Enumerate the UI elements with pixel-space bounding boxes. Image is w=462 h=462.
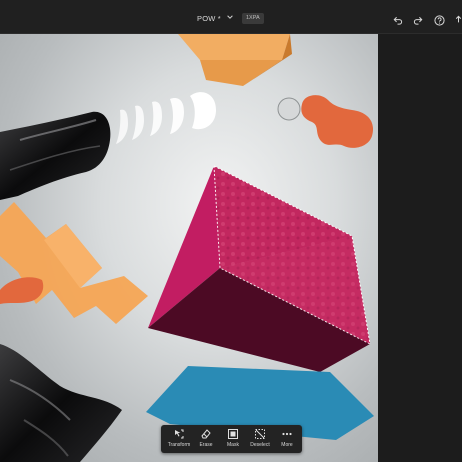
- more-icon: [282, 432, 292, 436]
- grey-circle-shape[interactable]: [277, 97, 301, 121]
- document-badge: 1XPA: [242, 13, 264, 24]
- artwork: [0, 34, 374, 462]
- transform-label: Transform: [167, 442, 191, 448]
- erase-label: Erase: [199, 442, 213, 448]
- redo-icon[interactable]: [413, 15, 424, 26]
- share-icon[interactable]: [453, 15, 462, 26]
- eraser-icon: [201, 429, 211, 439]
- coral-blob-shape[interactable]: [301, 95, 374, 148]
- deselect-label: Deselect: [250, 442, 270, 448]
- help-icon[interactable]: [434, 15, 445, 26]
- mask-icon: [228, 429, 238, 439]
- more-button[interactable]: More: [273, 425, 301, 453]
- chevron-down-icon[interactable]: [226, 13, 234, 21]
- black-blob-shape[interactable]: [0, 344, 122, 462]
- transform-icon: [175, 429, 184, 439]
- document-title[interactable]: POW *: [197, 14, 221, 23]
- mask-label: Mask: [227, 442, 239, 448]
- magenta-cube-shape[interactable]: [148, 165, 371, 372]
- undo-icon[interactable]: [392, 15, 403, 26]
- deselect-button[interactable]: Deselect: [246, 425, 274, 453]
- more-label: More: [281, 442, 293, 448]
- transform-button[interactable]: Transform: [165, 425, 193, 453]
- white-stripes-shape[interactable]: [116, 92, 216, 144]
- mask-button[interactable]: Mask: [219, 425, 247, 453]
- erase-button[interactable]: Erase: [192, 425, 220, 453]
- right-panel: [378, 34, 462, 462]
- canvas[interactable]: [0, 34, 378, 462]
- selection-toolbar: Transform Erase Mask Deselect More: [161, 425, 302, 453]
- deselect-icon: [255, 429, 265, 439]
- top-bar: POW * 1XPA: [0, 0, 462, 34]
- orange-box-shape[interactable]: [178, 34, 292, 86]
